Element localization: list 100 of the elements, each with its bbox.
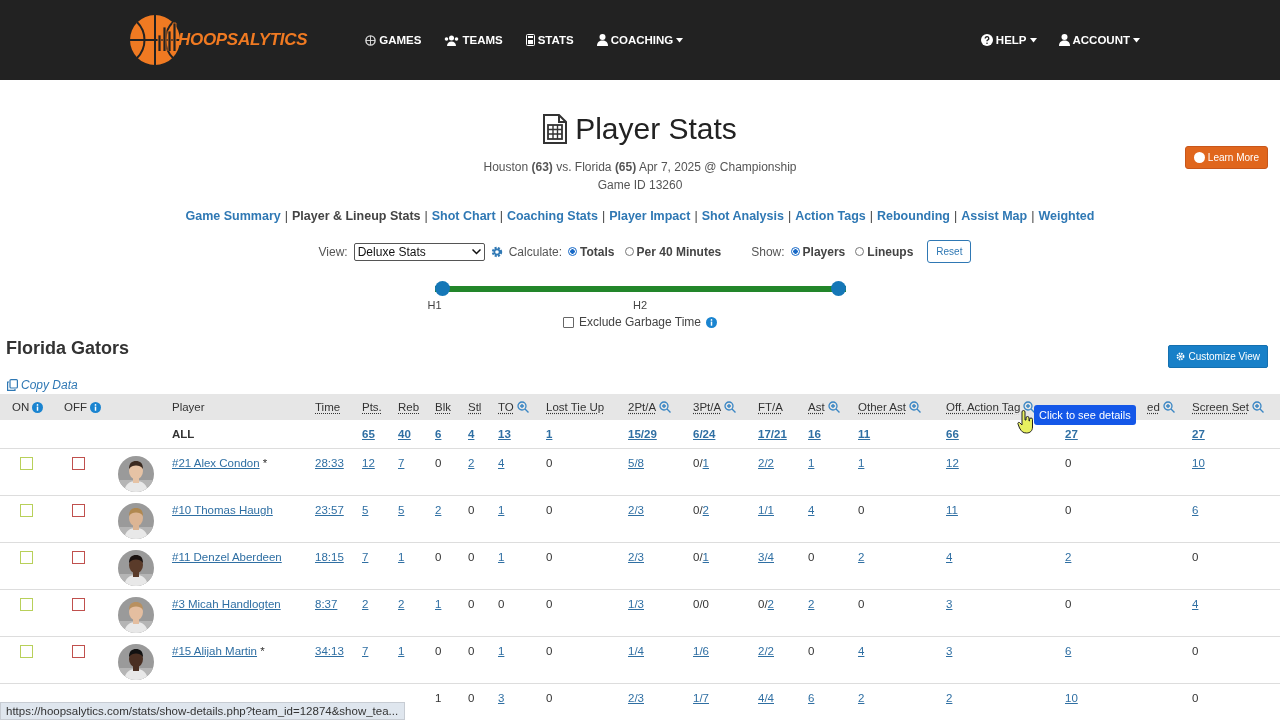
nav-item[interactable]: TEAMS — [444, 34, 503, 46]
copy-data-link[interactable]: Copy Data — [7, 378, 78, 392]
stat-link[interactable]: 3 — [946, 645, 1065, 657]
zoom-icon[interactable] — [1023, 401, 1036, 413]
stat-link[interactable]: 16 — [808, 428, 858, 440]
player-link[interactable]: #11 Denzel Aberdeen — [172, 551, 282, 563]
zoom-icon[interactable] — [1162, 401, 1175, 413]
report-tab[interactable]: Assist Map — [961, 209, 1028, 223]
show-radio[interactable]: Players — [790, 244, 846, 259]
on-checkbox[interactable] — [20, 645, 33, 658]
column-header[interactable]: Time — [315, 401, 341, 413]
stat-link[interactable]: 1 — [498, 551, 546, 563]
stat-link[interactable]: 2/3 — [628, 551, 693, 563]
stat-link[interactable]: 13 — [498, 428, 546, 440]
column-header[interactable]: 2Pt/A — [628, 401, 672, 413]
calculate-radio[interactable]: Per 40 Minutes — [624, 244, 722, 259]
stat-link[interactable]: 2 — [808, 598, 858, 610]
stat-link[interactable]: 4 — [1192, 598, 1280, 610]
stat-link[interactable]: 28:33 — [315, 457, 362, 469]
stat-link[interactable]: 27 — [1065, 428, 1192, 440]
column-header[interactable]: ON — [12, 401, 30, 413]
stat-link[interactable]: 17/21 — [758, 428, 808, 440]
column-header[interactable]: Stl — [468, 401, 482, 413]
column-header[interactable]: Off. Action Tag — [946, 401, 1036, 413]
column-header[interactable]: Other Ast — [858, 401, 921, 413]
zoom-icon[interactable] — [724, 401, 737, 413]
stat-link[interactable]: 6 — [1065, 645, 1192, 657]
half-slider[interactable] — [434, 281, 846, 296]
stat-link[interactable]: 2 — [858, 551, 946, 563]
stat-link[interactable]: 1 — [498, 504, 546, 516]
zoom-icon[interactable] — [908, 401, 921, 413]
stat-link[interactable]: 3/4 — [758, 551, 808, 563]
stat-link[interactable]: 7 — [398, 457, 435, 469]
player-link[interactable]: #3 Micah Handlogten — [172, 598, 281, 610]
brand-name[interactable]: HOOPSALYTICS — [178, 30, 308, 50]
stat-link[interactable]: 12 — [362, 457, 398, 469]
stat-link[interactable]: 2/3 — [628, 504, 693, 516]
column-header[interactable]: 3Pt/A — [693, 401, 737, 413]
stat-link[interactable]: 2/2 — [758, 645, 808, 657]
slider-handle[interactable] — [434, 281, 450, 296]
report-tab[interactable]: Rebounding — [877, 209, 950, 223]
stat-link[interactable]: 11 — [858, 428, 946, 440]
stat-link[interactable]: 15/29 — [628, 428, 693, 440]
column-header[interactable]: Screen Set — [1192, 401, 1264, 413]
stat-link[interactable]: 5 — [398, 504, 435, 516]
stat-link[interactable]: 1 — [808, 457, 858, 469]
stat-link[interactable]: 2 — [362, 598, 398, 610]
settings-icon[interactable] — [490, 245, 503, 258]
zoom-icon[interactable] — [1251, 401, 1264, 413]
stat-link[interactable]: 1/1 — [758, 504, 808, 516]
stat-link[interactable]: 10 — [1065, 692, 1192, 704]
stat-link[interactable]: 4 — [498, 457, 546, 469]
stat-link[interactable]: 10 — [1192, 457, 1280, 469]
column-header[interactable]: Blk — [435, 401, 451, 413]
column-header[interactable]: Lost Tie Up — [546, 401, 605, 413]
stat-link[interactable]: 7 — [362, 645, 398, 657]
stat-link[interactable]: 1 — [858, 457, 946, 469]
stat-link[interactable]: 2 — [435, 504, 468, 516]
column-header[interactable]: ed — [1147, 401, 1175, 413]
stat-link[interactable]: 34:13 — [315, 645, 362, 657]
report-tab[interactable]: Action Tags — [795, 209, 866, 223]
stat-link[interactable]: 27 — [1192, 428, 1280, 440]
zoom-icon[interactable] — [516, 401, 529, 413]
stat-link[interactable]: 4 — [858, 645, 946, 657]
off-checkbox[interactable] — [72, 598, 85, 611]
stat-link[interactable]: 2 — [858, 692, 946, 704]
nav-item[interactable]: HELP — [980, 34, 1037, 46]
report-tab[interactable]: Player & Lineup Stats — [292, 209, 421, 223]
report-tab[interactable]: Shot Analysis — [701, 209, 784, 223]
stat-link[interactable]: 8:37 — [315, 598, 362, 610]
stat-link[interactable]: 4/4 — [758, 692, 808, 704]
stat-link[interactable]: 2/2 — [758, 457, 808, 469]
stat-link[interactable]: 6 — [808, 692, 858, 704]
nav-item[interactable]: GAMES — [365, 34, 422, 46]
calculate-radio[interactable]: Totals — [568, 244, 615, 259]
stat-link[interactable]: 6 — [1192, 504, 1280, 516]
stat-link[interactable]: 11 — [946, 504, 1065, 516]
nav-item[interactable]: ACCOUNT — [1058, 34, 1140, 46]
stat-link[interactable]: 4 — [468, 428, 498, 440]
column-header[interactable]: Ast — [808, 401, 840, 413]
zoom-icon[interactable] — [659, 401, 672, 413]
stat-link[interactable]: 1 — [546, 428, 628, 440]
stat-link[interactable]: 18:15 — [315, 551, 362, 563]
stat-link[interactable]: 2 — [398, 598, 435, 610]
learn-more-button[interactable]: Learn More — [1184, 146, 1268, 169]
on-checkbox[interactable] — [20, 457, 33, 470]
on-checkbox[interactable] — [20, 551, 33, 564]
stat-link[interactable]: 1/7 — [693, 692, 758, 704]
column-header[interactable]: Reb — [398, 401, 420, 413]
nav-item[interactable]: STATS — [525, 34, 574, 46]
stat-link[interactable]: 5 — [362, 504, 398, 516]
report-tab[interactable]: Weighted — [1038, 209, 1095, 223]
player-link[interactable]: #21 Alex Condon — [172, 457, 260, 469]
stat-link[interactable]: 2/3 — [628, 692, 693, 704]
column-header[interactable]: FT/A — [758, 401, 783, 413]
stat-link[interactable]: 6/24 — [693, 428, 758, 440]
on-checkbox[interactable] — [20, 504, 33, 517]
player-link[interactable]: #15 Alijah Martin — [172, 645, 258, 657]
stat-link[interactable]: 5/8 — [628, 457, 693, 469]
report-tab[interactable]: Player Impact — [609, 209, 691, 223]
